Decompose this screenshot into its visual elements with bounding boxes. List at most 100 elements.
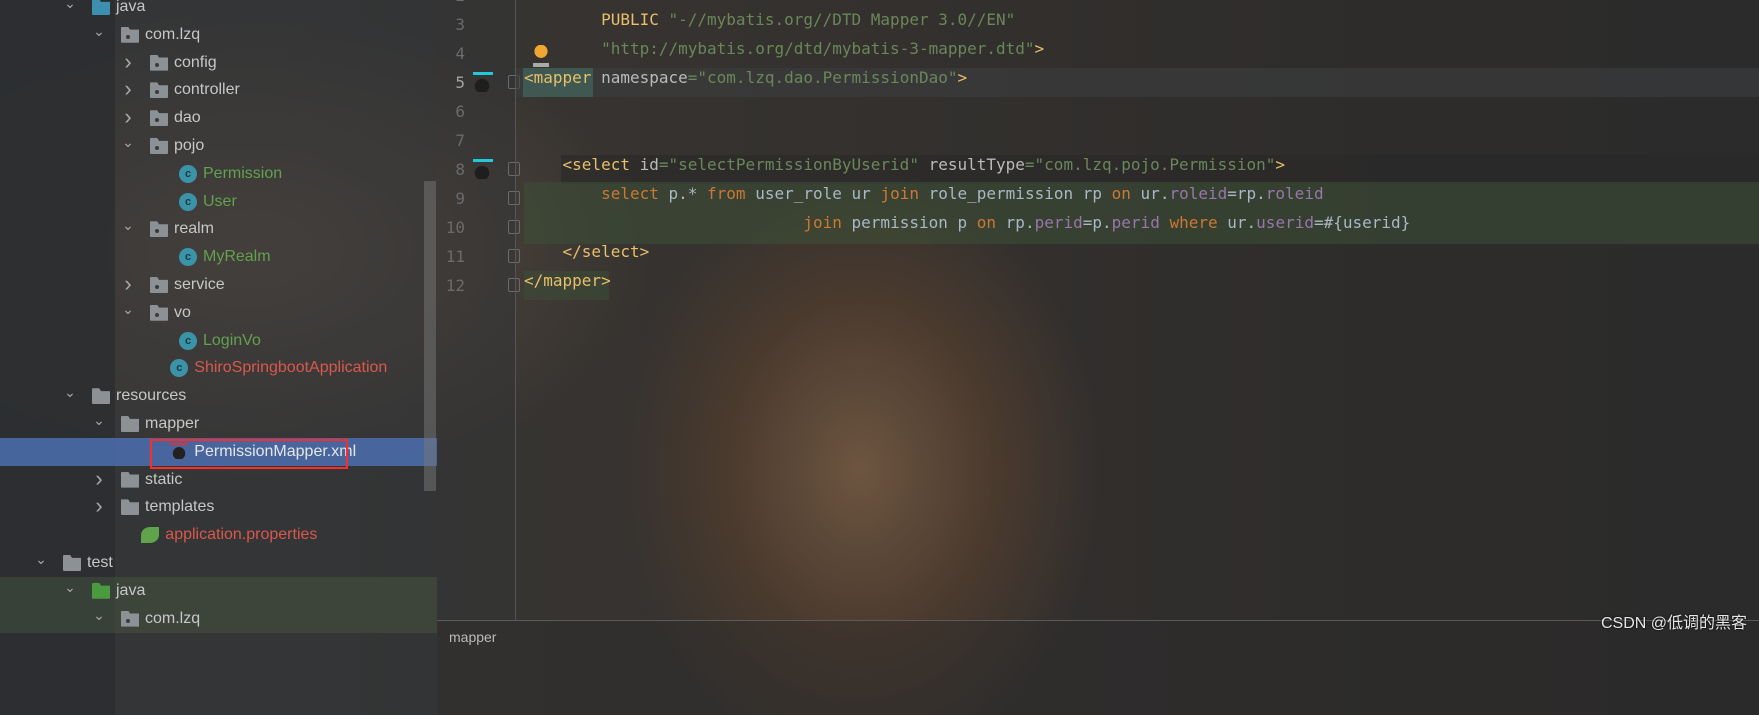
code-token: role_permission rp (928, 184, 1112, 203)
code-token: where (1159, 213, 1228, 232)
folder-icon (121, 499, 139, 516)
tree-item[interactable]: application.properties (0, 521, 437, 549)
tree-item[interactable]: ⌄ resources (0, 382, 437, 410)
line-number: 9 (455, 189, 465, 208)
tree-item[interactable]: › config (0, 49, 437, 77)
line-number: 4 (455, 44, 465, 63)
tree-item-label: Permission (203, 164, 283, 182)
tree-item-label: pojo (174, 137, 205, 154)
tree-item[interactable]: ⌄ realm (0, 215, 437, 243)
mybatis-navigate-icon[interactable] (473, 72, 493, 92)
class-icon: c (179, 164, 197, 183)
chevron-right-icon[interactable]: › (121, 271, 135, 297)
code-token: ur. (1227, 213, 1257, 232)
tree-item-label: service (174, 276, 225, 293)
chevron-down-icon[interactable]: ⌄ (92, 607, 106, 624)
tree-item[interactable]: › static (0, 466, 437, 494)
chevron-down-icon[interactable]: ⌄ (121, 217, 135, 234)
tree-item-label: static (145, 470, 183, 488)
line-number: 5 (455, 73, 465, 92)
tree-item[interactable]: c LoginVo (0, 327, 437, 355)
tree-item[interactable]: c Permission (0, 160, 437, 188)
tree-item[interactable]: ⌄ pojo (0, 132, 437, 160)
gutter-line: 7 (437, 126, 515, 155)
code-token: ="com.lzq.pojo.Permission" (1024, 155, 1276, 174)
tree-item-label: User (203, 192, 237, 210)
line-number: 2 (455, 0, 465, 10)
code-token: join (880, 184, 929, 203)
class-icon: c (179, 331, 197, 350)
tree-item-label: MyRealm (203, 248, 271, 266)
chevron-right-icon[interactable]: › (121, 104, 135, 130)
tree-item-label: java (116, 0, 146, 15)
chevron-down-icon[interactable]: ⌄ (63, 579, 77, 596)
gutter-line: 5 (437, 68, 520, 97)
gutter-line: 10 (437, 213, 520, 242)
package-icon (150, 221, 168, 238)
tree-item-label: resources (116, 387, 187, 405)
tree-item[interactable]: › service (0, 271, 437, 299)
tree-item[interactable]: ⌄ com.lzq (0, 21, 437, 49)
code-line: select p.* from user_role ur join role_p… (524, 184, 1324, 213)
package-icon (150, 277, 168, 293)
code-line: <select id="selectPermissionByUserid" re… (524, 155, 1285, 184)
chevron-right-icon[interactable]: › (121, 76, 135, 102)
code-token: > (1034, 39, 1045, 58)
chevron-right-icon[interactable]: › (121, 49, 135, 75)
code-token: ur. (1140, 184, 1170, 203)
code-token: <mapper (524, 68, 602, 87)
tree-item[interactable]: › dao (0, 104, 437, 132)
code-editor[interactable]: <!DOCTYPE mapper PUBLIC "-//mybatis.org/… (516, 0, 1759, 620)
gutter-line: 2 (437, 0, 515, 10)
tree-item-label: com.lzq (145, 25, 201, 43)
folder-icon (121, 471, 139, 488)
chevron-down-icon[interactable]: ⌄ (63, 0, 77, 12)
code-token: on (976, 213, 1006, 232)
tree-item-label: application.properties (165, 526, 318, 544)
tree-item-label: config (174, 53, 217, 71)
chevron-down-icon[interactable]: ⌄ (63, 384, 77, 401)
tree-item[interactable]: ⌄ java (0, 576, 437, 605)
tree-item[interactable]: › templates (0, 493, 437, 521)
gutter-line: 8 (437, 155, 520, 184)
tree-item[interactable]: ⌄ mapper (0, 410, 437, 438)
tree-item[interactable]: ⌄ test (0, 549, 437, 577)
code-token: ="com.lzq.dao.PermissionDao" (687, 68, 958, 87)
tree-item[interactable]: c ShiroSpringbootApplication (0, 354, 437, 382)
tree-item[interactable]: ⌄ com.lzq (0, 604, 437, 633)
chevron-down-icon[interactable]: ⌄ (92, 412, 106, 429)
mybatis-navigate-icon[interactable] (473, 159, 493, 179)
folder-icon (92, 388, 110, 405)
tree-item[interactable]: ⌄ vo (0, 299, 437, 327)
code-token: <select (562, 155, 640, 174)
tree-item-label: test (87, 554, 113, 571)
watermark: CSDN @低调的黑客 (1600, 615, 1747, 632)
code-token: perid (1034, 213, 1083, 232)
gutter-line: 12 (437, 271, 520, 300)
chevron-right-icon[interactable]: › (92, 466, 106, 492)
highlight-box (150, 439, 348, 469)
class-icon: c (179, 192, 197, 211)
tree-item-label: controller (174, 81, 240, 99)
code-line: </select> (524, 242, 650, 271)
tree-item[interactable]: c MyRealm (0, 243, 437, 271)
tree-item[interactable]: › controller (0, 76, 437, 104)
breadcrumb-item[interactable]: mapper (449, 629, 496, 645)
tree-item-label: mapper (145, 415, 200, 432)
spring-properties-icon (141, 527, 160, 544)
code-line: <mapper namespace="com.lzq.dao.Permissio… (524, 68, 967, 97)
line-number: 11 (445, 247, 465, 266)
package-icon (150, 82, 168, 99)
chevron-down-icon[interactable]: ⌄ (92, 23, 106, 40)
tree-item-label: vo (174, 303, 191, 321)
tree-item[interactable]: c User (0, 188, 437, 216)
chevron-down-icon[interactable]: ⌄ (121, 134, 135, 151)
code-token: =#{userid} (1313, 213, 1411, 232)
chevron-down-icon[interactable]: ⌄ (121, 301, 135, 318)
tree-scrollbar[interactable] (424, 181, 436, 491)
chevron-down-icon[interactable]: ⌄ (34, 551, 48, 568)
tree-item[interactable]: ⌄ java (0, 0, 437, 21)
code-token: </select> (562, 242, 650, 261)
chevron-right-icon[interactable]: › (92, 493, 106, 519)
code-token: p.* (668, 184, 708, 203)
